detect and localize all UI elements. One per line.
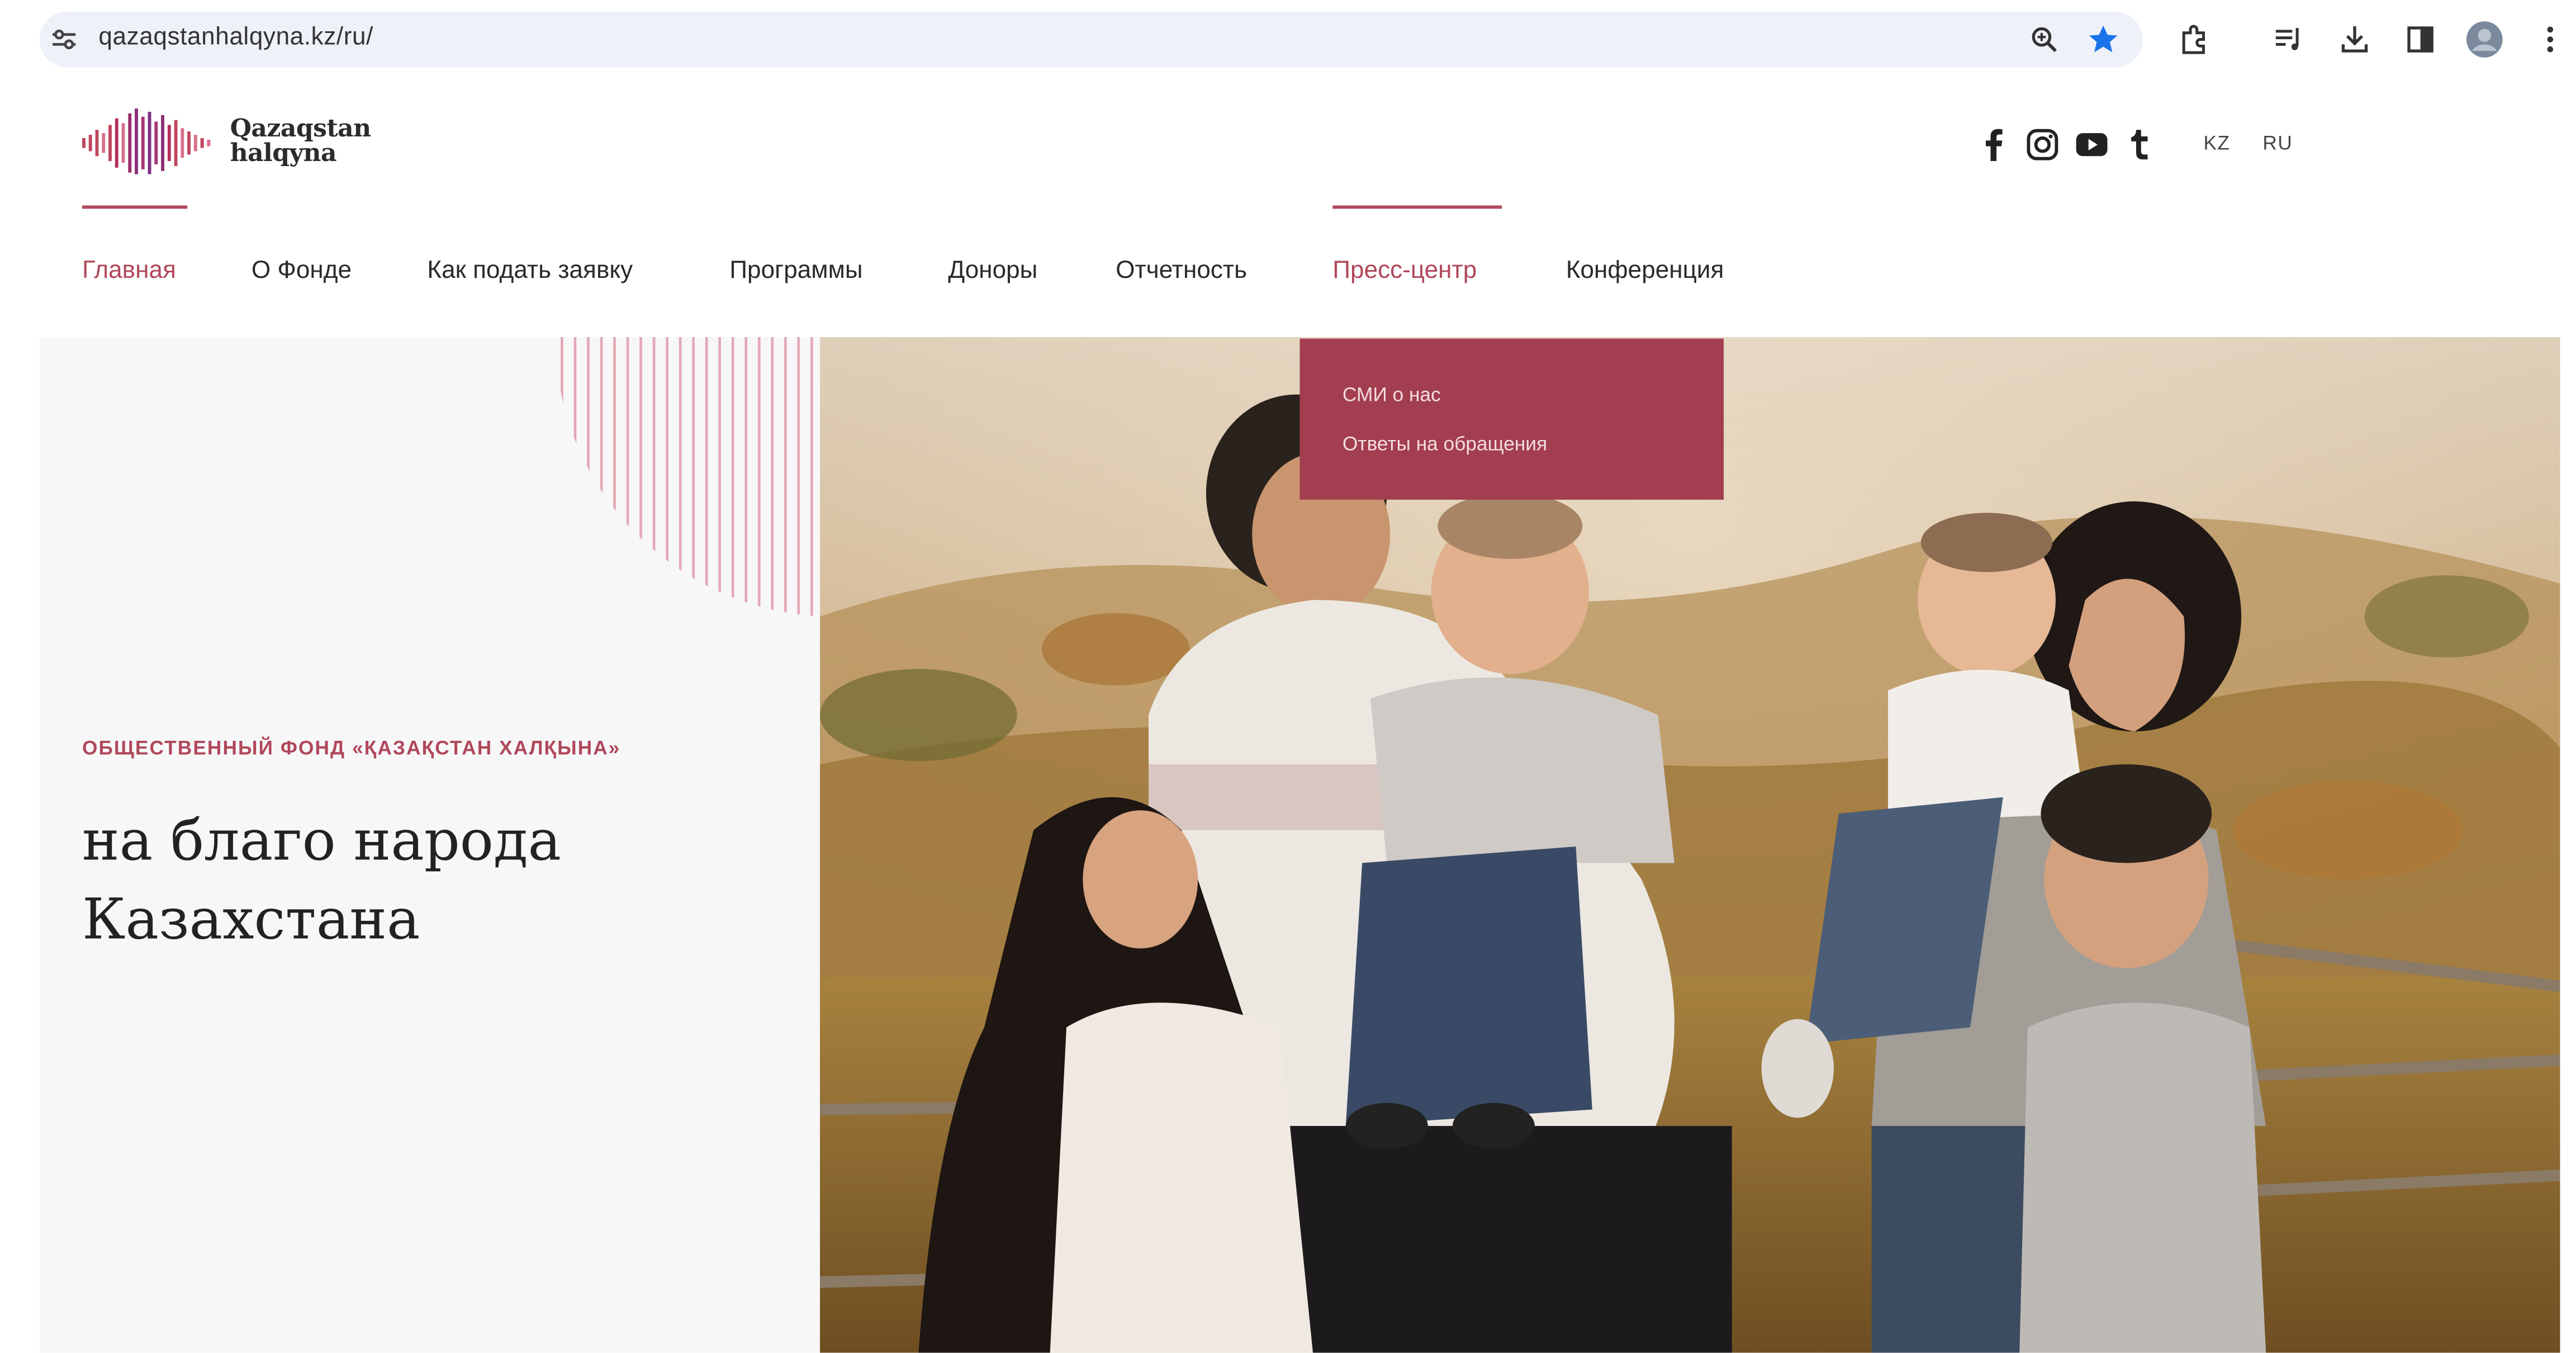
nav-active-indicator [82, 205, 188, 209]
decorative-stripes [561, 337, 813, 617]
page: qazaqstanhalqyna.kz/ru/ Qazaqstan halqyn… [0, 0, 2576, 1353]
lang-ru[interactable]: RU [2262, 131, 2293, 154]
press-center-dropdown: СМИ о нас Ответы на обращения [1299, 338, 1724, 500]
nav-item-programs[interactable]: Программы [729, 257, 862, 285]
site-settings-icon[interactable] [49, 25, 79, 54]
bookmark-star-icon[interactable] [2084, 20, 2123, 59]
logo-soundwave-icon [82, 108, 211, 174]
url-text[interactable]: qazaqstanhalqyna.kz/ru/ [98, 23, 373, 51]
hero-eyebrow: ОБЩЕСТВЕННЫЙ ФОНД «ҚАЗАҚСТАН ХАЛҚЫНА» [82, 736, 621, 760]
side-panel-icon[interactable] [2401, 20, 2440, 59]
nav-item-press-center[interactable]: Пресс-центр [1332, 257, 1477, 285]
browser-menu-icon[interactable] [2531, 20, 2570, 59]
lang-kz[interactable]: KZ [2204, 131, 2231, 154]
nav-hover-indicator [1332, 205, 1502, 209]
browser-toolbar: qazaqstanhalqyna.kz/ru/ [0, 0, 2576, 79]
youtube-icon[interactable] [2074, 126, 2110, 163]
nav-item-reports[interactable]: Отчетность [1116, 257, 1247, 285]
nav-item-home[interactable]: Главная [82, 257, 176, 285]
logo-text: Qazaqstan halqyna [230, 116, 372, 168]
logo-text-line2: halqyna [230, 138, 337, 168]
nav-item-donors[interactable]: Доноры [948, 257, 1037, 285]
nav-item-about[interactable]: О Фонде [252, 257, 352, 285]
hero-title-line1: на благо народа [82, 808, 562, 875]
instagram-icon[interactable] [2024, 126, 2061, 163]
nav-item-apply[interactable]: Как подать заявку [427, 257, 633, 285]
download-icon[interactable] [2335, 20, 2375, 59]
hero-text-panel: ОБЩЕСТВЕННЫЙ ФОНД «ҚАЗАҚСТАН ХАЛҚЫНА» на… [39, 337, 822, 1353]
extensions-icon[interactable] [2174, 20, 2214, 59]
tumblr-icon[interactable] [2122, 126, 2158, 163]
hero-title: на благо народа Казахстана [82, 802, 805, 960]
site-header: Qazaqstan halqyna KZ RU Главная О Фонде … [39, 85, 2560, 313]
hero-title-line2: Казахстана [82, 887, 420, 954]
zoom-icon[interactable] [2024, 20, 2064, 59]
facebook-icon[interactable] [1975, 126, 2012, 163]
dropdown-item-media-about-us[interactable]: СМИ о нас [1342, 383, 1441, 406]
media-control-icon[interactable] [2269, 20, 2309, 59]
profile-avatar-icon[interactable] [2465, 20, 2504, 59]
dropdown-item-answers[interactable]: Ответы на обращения [1342, 432, 1547, 455]
nav-item-conference[interactable]: Конференция [1566, 257, 1724, 285]
